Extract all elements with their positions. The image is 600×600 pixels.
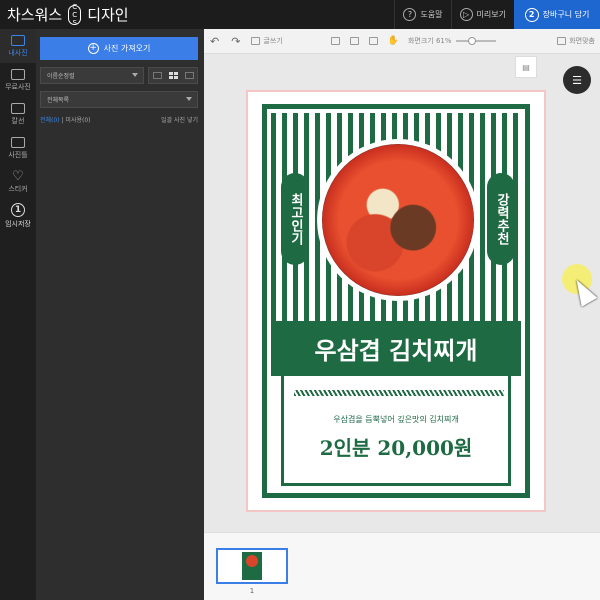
fit-screen-button[interactable]: 화면맞춤 — [552, 29, 600, 54]
page-number: 1 — [249, 587, 255, 595]
view-toggle — [148, 67, 198, 84]
fit-screen-label: 화면맞춤 — [569, 37, 595, 45]
temp-save-icon: 1 — [11, 203, 25, 217]
page-settings-icon[interactable]: ▤ — [515, 56, 537, 78]
hatch-divider — [294, 390, 504, 396]
left-badge[interactable]: 최고인기 — [281, 173, 309, 265]
thumbnail-preview — [242, 552, 262, 580]
poster-subtitle[interactable]: 우삼겹을 듬뿍넣어 깊은맛의 김치찌개 — [284, 414, 508, 425]
text-box-icon — [251, 37, 261, 45]
redo-icon[interactable]: ↷ — [225, 35, 246, 48]
right-badge[interactable]: 강력추천 — [487, 173, 515, 265]
layer-tool-button[interactable] — [326, 29, 345, 54]
food-photo-frame[interactable] — [317, 139, 479, 301]
app-root: 차스워스 C C S 디자인 ? 도움말 ▷ 미리보기 2 장바구니 담기 내사… — [0, 0, 600, 600]
menu-list-button[interactable]: ☰ — [563, 66, 591, 94]
grid-icon — [368, 37, 378, 45]
sort-value: 이름순정렬 — [47, 73, 75, 80]
rail-label: 칼선 — [11, 116, 25, 125]
app-title-right: 디자인 — [87, 6, 129, 24]
page-filmstrip: 1 — [204, 532, 600, 600]
zoom-slider-knob[interactable] — [467, 37, 476, 45]
poster-title[interactable]: 우삼겹 김치찌개 — [271, 321, 521, 376]
chevron-down-icon — [132, 73, 138, 77]
free-photo-icon — [11, 68, 25, 80]
ratio-icon — [349, 37, 359, 45]
folder-value: 전체목록 — [47, 97, 70, 104]
hand-icon: ✋ — [387, 36, 399, 46]
rail-label: 무료사진 — [5, 82, 31, 91]
logo-mark-icon: C C S — [68, 2, 82, 27]
play-icon: ▷ — [459, 8, 473, 21]
zoom-slider[interactable] — [455, 37, 496, 45]
help-label: 도움말 — [420, 10, 443, 19]
zoom-label: 화면크기 61% — [407, 37, 452, 45]
cart-label: 장바구니 담기 — [542, 10, 590, 19]
help-icon: ? — [403, 8, 417, 21]
left-badge-text: 최고인기 — [288, 193, 303, 245]
filter-row: 전체(0) | 미사용(0) 일괄 사진 넣기 — [40, 115, 198, 124]
preview-button[interactable]: ▷ 미리보기 — [450, 0, 514, 29]
heart-icon: ♡ — [12, 168, 24, 184]
poster-price[interactable]: 2인분 20,000원 — [284, 432, 508, 461]
layer-icon — [330, 37, 340, 45]
import-label: 사진 가져오기 — [103, 44, 151, 53]
text-tool-button[interactable]: 글쓰기 — [246, 29, 287, 54]
hand-tool-button[interactable]: ✋ — [383, 29, 404, 54]
rail-item-frame[interactable]: 사진틀 — [0, 131, 36, 165]
photo-panel: + 사진 가져오기 이름순정렬 전체목록 전체(0) | 미사용(0) 일괄 사… — [36, 29, 204, 600]
filter-unused-link[interactable]: 미사용(0) — [65, 117, 90, 124]
poster-design[interactable]: 최고인기 강력추천 우삼겹 김치찌개 우삼겹을 듬뿍넣어 깊은맛의 김치찌개 2… — [262, 104, 530, 498]
grid-tool-button[interactable] — [364, 29, 383, 54]
filter-all-link[interactable]: 전체(0) — [40, 117, 60, 124]
list-view-icon[interactable] — [152, 72, 162, 79]
photo-icon — [11, 34, 25, 46]
list-icon: ☰ — [572, 73, 582, 87]
right-badge-text: 강력추천 — [494, 193, 509, 245]
rail-item-temp-save[interactable]: 1 임시저장 — [0, 199, 36, 233]
page-thumbnail[interactable] — [216, 548, 288, 584]
plus-icon: + — [87, 43, 99, 54]
import-photos-button[interactable]: + 사진 가져오기 — [40, 37, 198, 60]
undo-icon[interactable]: ↶ — [204, 35, 225, 48]
chevron-down-icon — [186, 97, 192, 101]
food-photo — [322, 144, 474, 296]
rail-item-cut-line[interactable]: 칼선 — [0, 97, 36, 131]
app-title-left: 차스워스 — [7, 6, 63, 24]
preview-label: 미리보기 — [476, 10, 506, 19]
filter-separator: | — [61, 117, 64, 124]
logo-mark-mid: C — [72, 10, 78, 19]
step-2-icon: 2 — [524, 7, 539, 22]
large-view-icon[interactable] — [184, 72, 194, 79]
tool-rail: 내사진 무료사진 칼선 사진틀 ♡ 스티커 1 임시저장 — [0, 29, 36, 600]
rail-label: 임시저장 — [5, 220, 31, 228]
help-button[interactable]: ? 도움말 — [394, 0, 450, 29]
bulk-insert-link[interactable]: 일괄 사진 넣기 — [161, 115, 198, 124]
grid-view-icon[interactable] — [168, 72, 178, 79]
rail-label: 스티커 — [8, 184, 28, 193]
frame-icon — [11, 136, 25, 148]
poster-info-box: 우삼겹을 듬뿍넣어 깊은맛의 김치찌개 2인분 20,000원 — [281, 376, 511, 486]
logo-mark-bottom: S — [72, 18, 77, 27]
rail-item-sticker[interactable]: ♡ 스티커 — [0, 165, 36, 199]
top-bar: 차스워스 C C S 디자인 ? 도움말 ▷ 미리보기 2 장바구니 담기 — [0, 0, 600, 29]
cut-line-icon — [11, 102, 25, 114]
logo-mark-top: C — [72, 2, 78, 11]
rail-item-my-photos[interactable]: 내사진 — [0, 29, 36, 63]
rail-label: 사진틀 — [8, 150, 28, 159]
ratio-tool-button[interactable] — [345, 29, 364, 54]
app-logo: 차스워스 C C S 디자인 — [0, 0, 129, 29]
rail-item-free-photos[interactable]: 무료사진 — [0, 63, 36, 97]
sort-select[interactable]: 이름순정렬 — [40, 67, 144, 84]
editor-toolbar: ↶ ↷ 글쓰기 ✋ 화면크기 61% 화면맞춤 — [204, 29, 600, 54]
rail-label: 내사진 — [8, 48, 28, 57]
text-tool-label: 글쓰기 — [263, 37, 283, 45]
fit-screen-icon — [557, 37, 567, 45]
filter-group: 전체(0) | 미사용(0) — [40, 115, 90, 124]
top-actions: ? 도움말 ▷ 미리보기 2 장바구니 담기 — [394, 0, 600, 29]
add-to-cart-button[interactable]: 2 장바구니 담기 — [514, 0, 600, 29]
folder-select[interactable]: 전체목록 — [40, 91, 198, 108]
